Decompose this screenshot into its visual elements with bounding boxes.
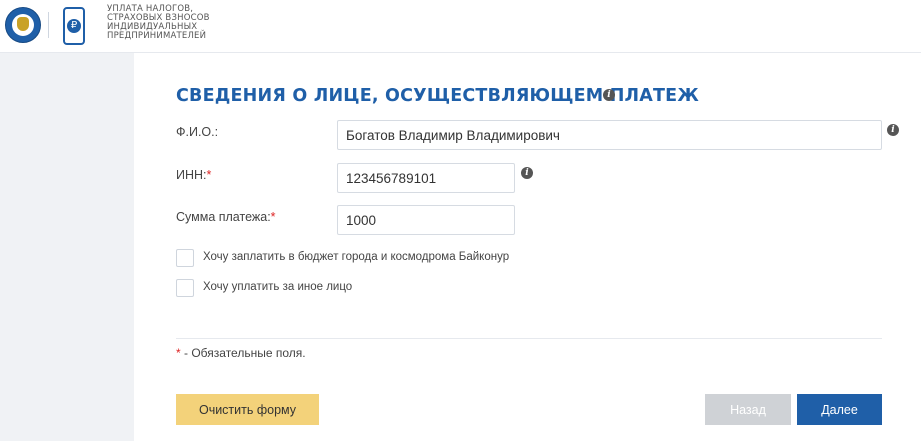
eagle-icon (17, 17, 29, 31)
inn-label-text: ИНН: (176, 168, 207, 182)
inn-label: ИНН:* (176, 168, 211, 182)
amount-label-text: Сумма платежа: (176, 210, 271, 224)
left-side-panel (0, 53, 134, 441)
phone-payment-icon: ₽ (63, 7, 85, 45)
clear-form-button[interactable]: Очистить форму (176, 394, 319, 425)
inn-required-mark: * (206, 168, 212, 182)
inn-info-icon[interactable]: i (521, 167, 533, 179)
service-name: УПЛАТА НАЛОГОВ, СТРАХОВЫХ ВЗНОСОВ ИНДИВИ… (107, 5, 247, 41)
baikonur-checkbox-label[interactable]: Хочу заплатить в бюджет города и космодр… (203, 251, 509, 263)
back-button[interactable]: Назад (705, 394, 791, 425)
ruble-coin-icon: ₽ (67, 19, 81, 33)
page-title: СВЕДЕНИЯ О ЛИЦЕ, ОСУЩЕСТВЛЯЮЩЕМ ПЛАТЕЖ i (176, 86, 699, 106)
app-header: ₽ УПЛАТА НАЛОГОВ, СТРАХОВЫХ ВЗНОСОВ ИНДИ… (0, 0, 921, 53)
amount-label: Сумма платежа:* (176, 210, 276, 224)
fio-label: Ф.И.О.: (176, 125, 219, 139)
fio-input[interactable] (337, 120, 882, 150)
logo-divider (48, 12, 49, 38)
legend-text: - Обязательные поля. (180, 346, 306, 360)
amount-required-mark: * (270, 210, 276, 224)
fns-emblem-icon[interactable] (5, 7, 41, 43)
other-person-checkbox[interactable] (176, 279, 194, 297)
amount-input[interactable] (337, 205, 515, 235)
title-info-icon[interactable]: i (603, 89, 615, 101)
baikonur-checkbox[interactable] (176, 249, 194, 267)
form-divider (176, 338, 882, 339)
page-title-text: СВЕДЕНИЯ О ЛИЦЕ, ОСУЩЕСТВЛЯЮЩЕМ ПЛАТЕЖ (176, 86, 699, 106)
required-fields-note: * - Обязательные поля. (176, 346, 306, 360)
service-name-line-4: ПРЕДПРИНИМАТЕЛЕЙ (107, 31, 207, 41)
other-person-checkbox-label[interactable]: Хочу уплатить за иное лицо (203, 281, 352, 293)
inn-input[interactable] (337, 163, 515, 193)
next-button[interactable]: Далее (797, 394, 882, 425)
fio-info-icon[interactable]: i (887, 124, 899, 136)
